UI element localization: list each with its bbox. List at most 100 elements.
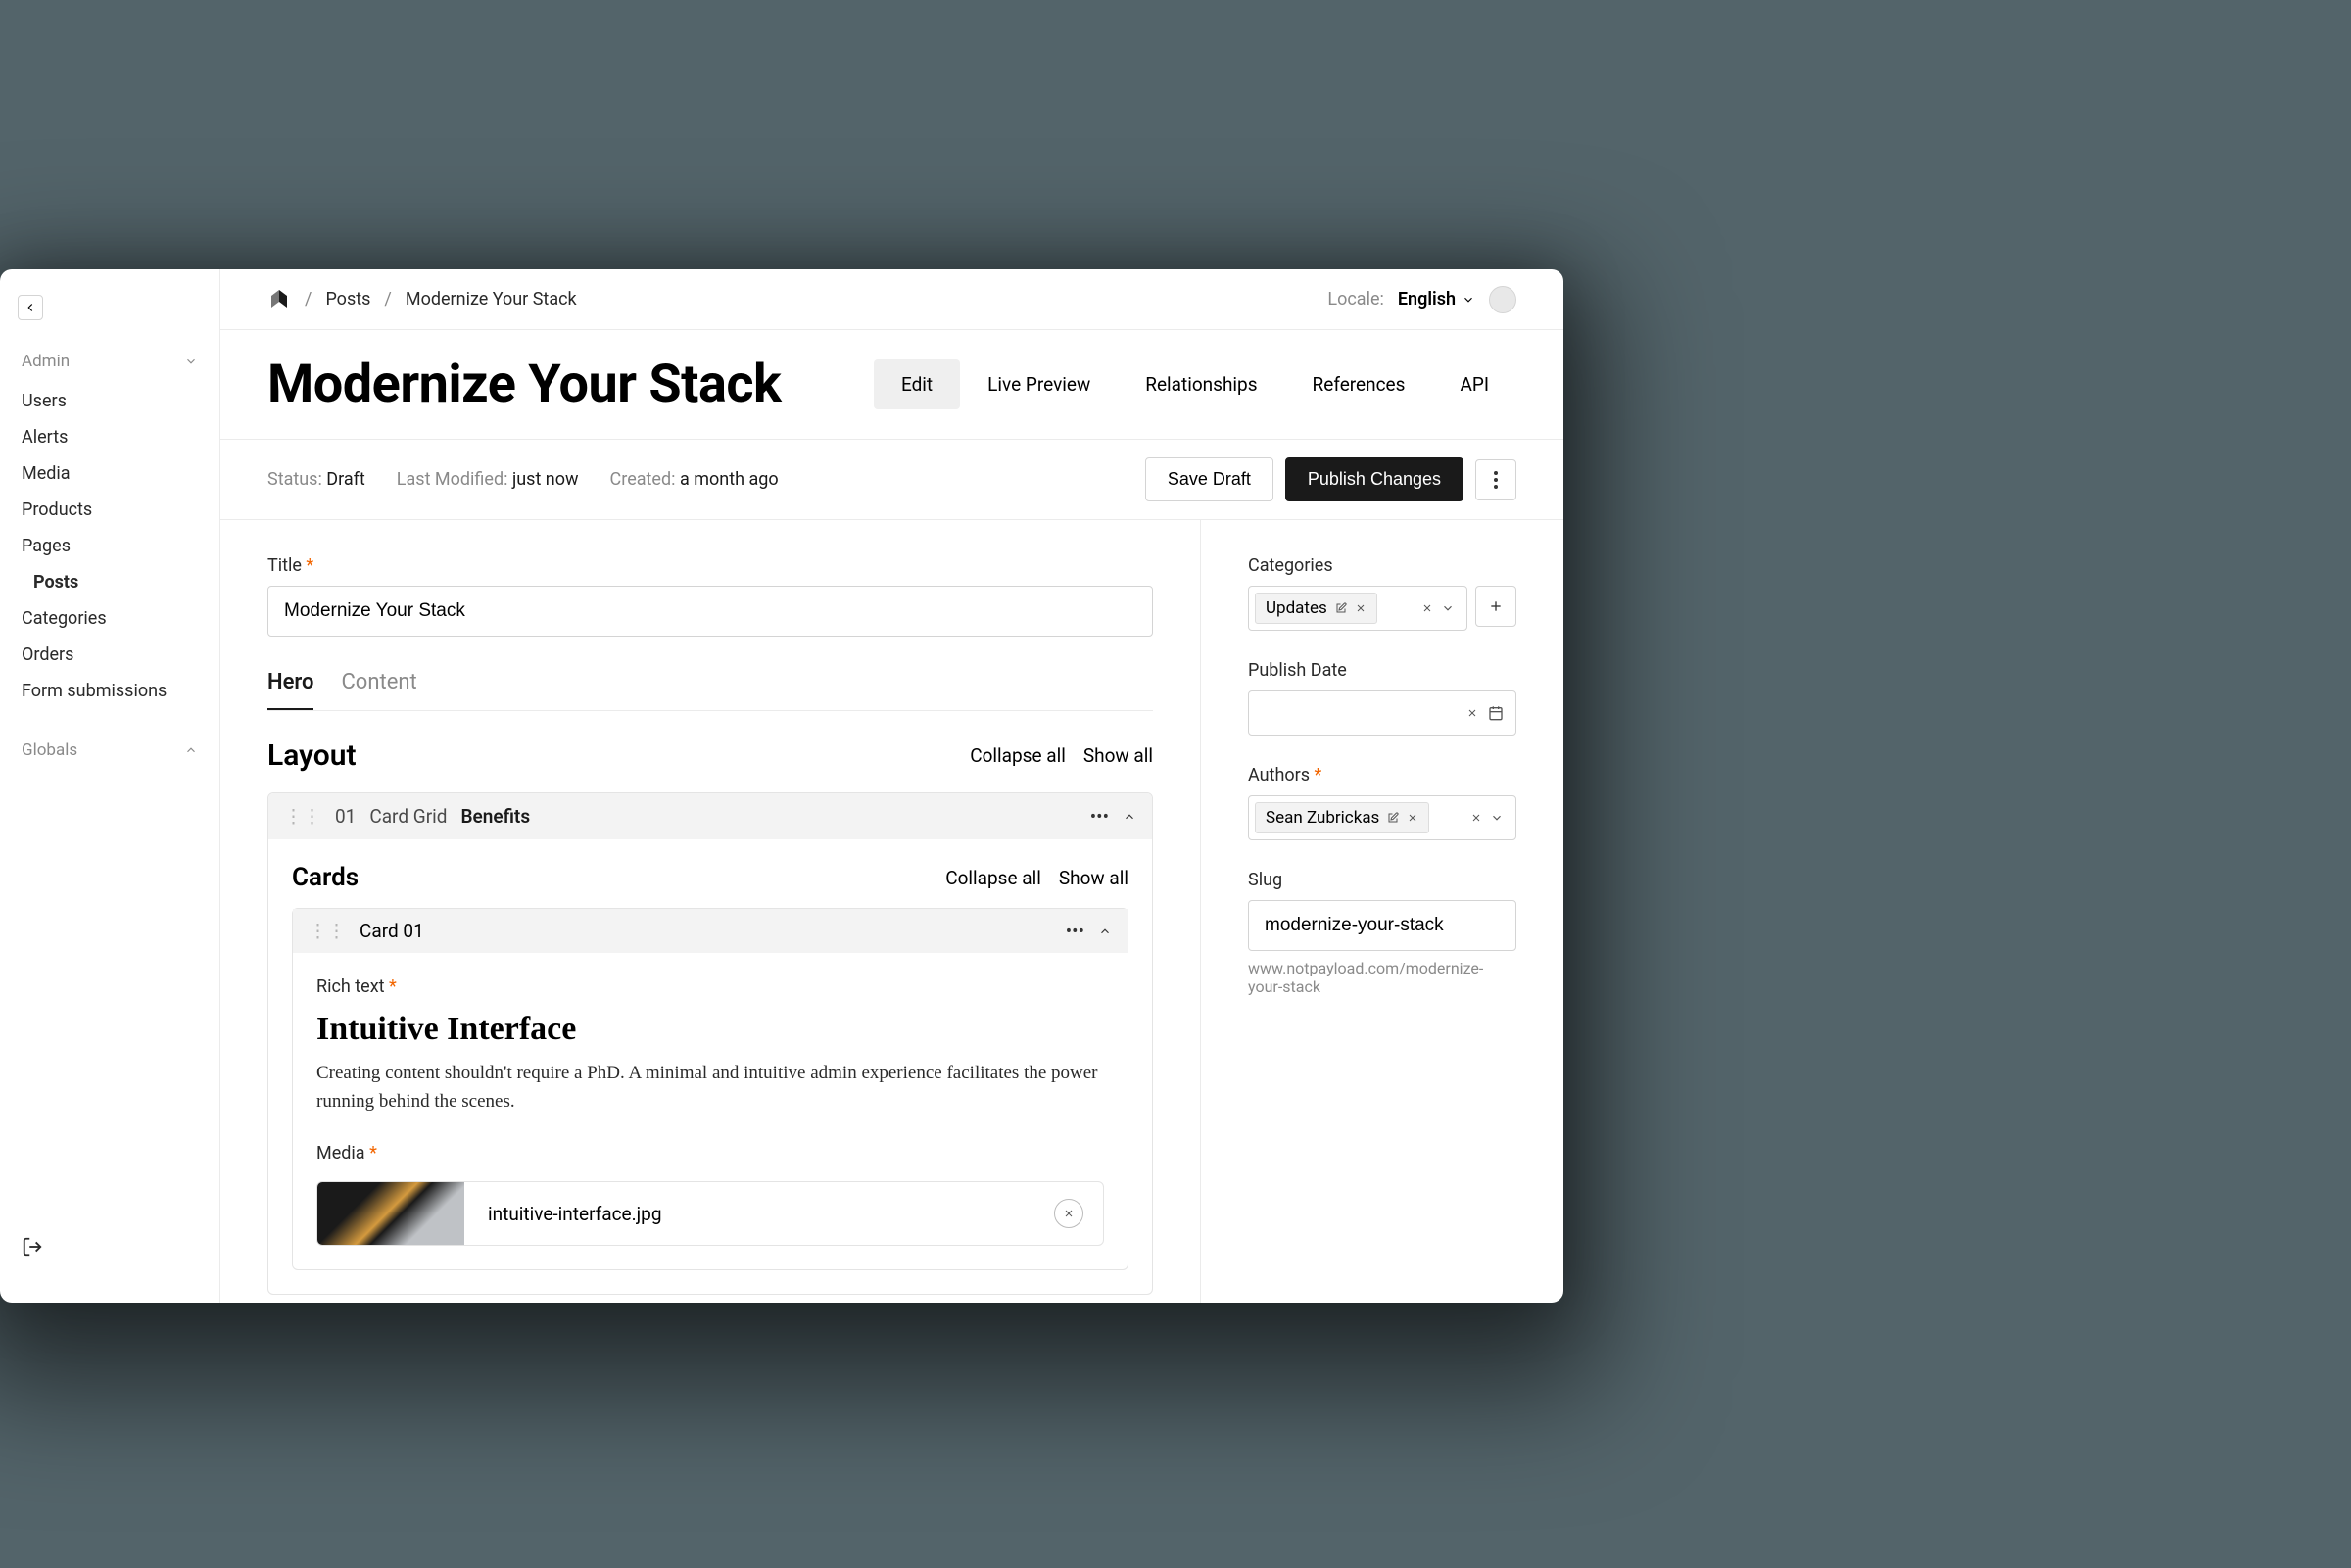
richtext-heading: Intuitive Interface bbox=[316, 1011, 1104, 1048]
publish-date-input[interactable] bbox=[1248, 690, 1516, 736]
richtext-label: Rich text * bbox=[316, 976, 1104, 997]
card-header[interactable]: ⋮⋮ Card 01 ••• bbox=[293, 909, 1128, 953]
publish-button[interactable]: Publish Changes bbox=[1285, 457, 1463, 501]
drag-handle-icon[interactable]: ⋮⋮ bbox=[284, 805, 321, 828]
locale-value: English bbox=[1398, 289, 1456, 309]
title-input[interactable] bbox=[267, 586, 1153, 637]
categories-field: Categories Updates bbox=[1248, 555, 1516, 631]
drag-handle-icon[interactable]: ⋮⋮ bbox=[309, 920, 346, 942]
categories-label: Categories bbox=[1248, 555, 1516, 576]
page-tabs: Edit Live Preview Relationships Referenc… bbox=[874, 359, 1516, 409]
chevron-up-icon bbox=[184, 743, 198, 757]
sidebar-item-form-submissions[interactable]: Form submissions bbox=[0, 673, 219, 709]
breadcrumb-posts[interactable]: Posts bbox=[325, 289, 370, 309]
status-label: Status: bbox=[267, 469, 322, 490]
breadcrumb-sep: / bbox=[384, 289, 391, 309]
more-actions-button[interactable] bbox=[1475, 459, 1516, 500]
layout-heading: Layout Collapse all Show all bbox=[267, 738, 1153, 773]
block-index: 01 bbox=[335, 805, 356, 828]
card-name: Card 01 bbox=[360, 920, 424, 942]
chevron-up-icon[interactable] bbox=[1123, 810, 1136, 824]
publish-date-field: Publish Date bbox=[1248, 660, 1516, 736]
category-chip[interactable]: Updates bbox=[1255, 593, 1377, 624]
app-window: Admin Users Alerts Media Products Pages … bbox=[0, 269, 1563, 1303]
save-draft-button[interactable]: Save Draft bbox=[1145, 457, 1273, 501]
slug-field: Slug www.notpayload.com/modernize-your-s… bbox=[1248, 870, 1516, 996]
edit-icon[interactable] bbox=[1335, 602, 1347, 614]
clear-icon[interactable] bbox=[1470, 812, 1482, 824]
block-more-button[interactable]: ••• bbox=[1090, 805, 1109, 828]
add-category-button[interactable] bbox=[1475, 586, 1516, 627]
created-label: Created: bbox=[610, 469, 676, 490]
topbar: / Posts / Modernize Your Stack Locale: E… bbox=[220, 269, 1563, 330]
sidebar-item-orders[interactable]: Orders bbox=[0, 637, 219, 673]
categories-input[interactable]: Updates bbox=[1248, 586, 1467, 631]
modified-value: just now bbox=[512, 469, 579, 490]
chevron-down-icon[interactable] bbox=[1490, 811, 1504, 825]
clear-icon[interactable] bbox=[1466, 707, 1478, 719]
authors-input[interactable]: Sean Zubrickas bbox=[1248, 795, 1516, 840]
close-icon bbox=[1063, 1208, 1075, 1219]
sidebar-section-label: Globals bbox=[22, 740, 77, 760]
media-label: Media * bbox=[316, 1143, 1104, 1164]
meta-bar: Status: Draft Last Modified: just now Cr… bbox=[220, 439, 1563, 520]
sidebar-item-pages[interactable]: Pages bbox=[0, 528, 219, 564]
tab-references[interactable]: References bbox=[1285, 359, 1433, 409]
card-item: ⋮⋮ Card 01 ••• Rich text * Intui bbox=[292, 908, 1128, 1270]
tab-live-preview[interactable]: Live Preview bbox=[960, 359, 1118, 409]
tab-api[interactable]: API bbox=[1432, 359, 1516, 409]
authors-label: Authors * bbox=[1248, 765, 1516, 785]
avatar[interactable] bbox=[1489, 286, 1516, 313]
sidebar: Admin Users Alerts Media Products Pages … bbox=[0, 269, 220, 1303]
logout-icon bbox=[22, 1236, 43, 1258]
sidebar-collapse-button[interactable] bbox=[18, 295, 43, 320]
created-value: a month ago bbox=[680, 469, 779, 490]
slug-label: Slug bbox=[1248, 870, 1516, 890]
close-icon[interactable] bbox=[1355, 602, 1367, 614]
block-header[interactable]: ⋮⋮ 01 Card Grid Benefits ••• bbox=[268, 793, 1152, 839]
card-more-button[interactable]: ••• bbox=[1066, 920, 1084, 942]
author-chip[interactable]: Sean Zubrickas bbox=[1255, 802, 1429, 833]
tab-relationships[interactable]: Relationships bbox=[1118, 359, 1284, 409]
cards-collapse-all[interactable]: Collapse all bbox=[945, 867, 1041, 889]
chevron-up-icon[interactable] bbox=[1098, 925, 1112, 938]
chevron-down-icon[interactable] bbox=[1441, 601, 1455, 615]
logout-button[interactable] bbox=[0, 1236, 219, 1277]
calendar-icon[interactable] bbox=[1488, 705, 1504, 721]
sidebar-item-posts[interactable]: Posts bbox=[0, 564, 219, 600]
sidebar-item-users[interactable]: Users bbox=[0, 383, 219, 419]
sidebar-item-categories[interactable]: Categories bbox=[0, 600, 219, 637]
media-filename[interactable]: intuitive-interface.jpg bbox=[464, 1203, 1054, 1225]
layout-block: ⋮⋮ 01 Card Grid Benefits ••• Cards bbox=[267, 792, 1153, 1295]
tab-edit[interactable]: Edit bbox=[874, 359, 960, 409]
edit-icon[interactable] bbox=[1387, 812, 1399, 824]
block-body: Cards Collapse all Show all ⋮⋮ Card 01 bbox=[268, 839, 1152, 1294]
sidebar-item-products[interactable]: Products bbox=[0, 492, 219, 528]
cards-label: Cards bbox=[292, 863, 359, 892]
page-title: Modernize Your Stack bbox=[267, 354, 781, 415]
sidebar-section-globals[interactable]: Globals bbox=[0, 709, 219, 772]
content-main: Title * Hero Content Layout Collapse all… bbox=[220, 520, 1201, 1303]
sidebar-section-label: Admin bbox=[22, 352, 70, 371]
locale-selector[interactable]: English bbox=[1398, 289, 1475, 309]
subtab-content[interactable]: Content bbox=[341, 670, 416, 710]
media-remove-button[interactable] bbox=[1054, 1199, 1083, 1228]
slug-input[interactable] bbox=[1248, 900, 1516, 951]
richtext-paragraph: Creating content shouldn't require a PhD… bbox=[316, 1060, 1104, 1116]
sidebar-item-media[interactable]: Media bbox=[0, 455, 219, 492]
sidebar-item-alerts[interactable]: Alerts bbox=[0, 419, 219, 455]
status-value: Draft bbox=[326, 469, 365, 490]
clear-icon[interactable] bbox=[1421, 602, 1433, 614]
kebab-icon bbox=[1494, 471, 1498, 489]
block-name: Benefits bbox=[460, 805, 530, 828]
subtab-hero[interactable]: Hero bbox=[267, 670, 313, 710]
richtext-editor[interactable]: Intuitive Interface Creating content sho… bbox=[316, 1011, 1104, 1116]
collapse-all-link[interactable]: Collapse all bbox=[970, 744, 1066, 767]
breadcrumb-current: Modernize Your Stack bbox=[406, 289, 577, 309]
media-thumbnail[interactable] bbox=[317, 1182, 464, 1245]
block-type: Card Grid bbox=[369, 805, 447, 828]
cards-show-all[interactable]: Show all bbox=[1059, 867, 1128, 889]
sidebar-section-admin[interactable]: Admin bbox=[0, 320, 219, 383]
close-icon[interactable] bbox=[1407, 812, 1418, 824]
show-all-link[interactable]: Show all bbox=[1083, 744, 1153, 767]
